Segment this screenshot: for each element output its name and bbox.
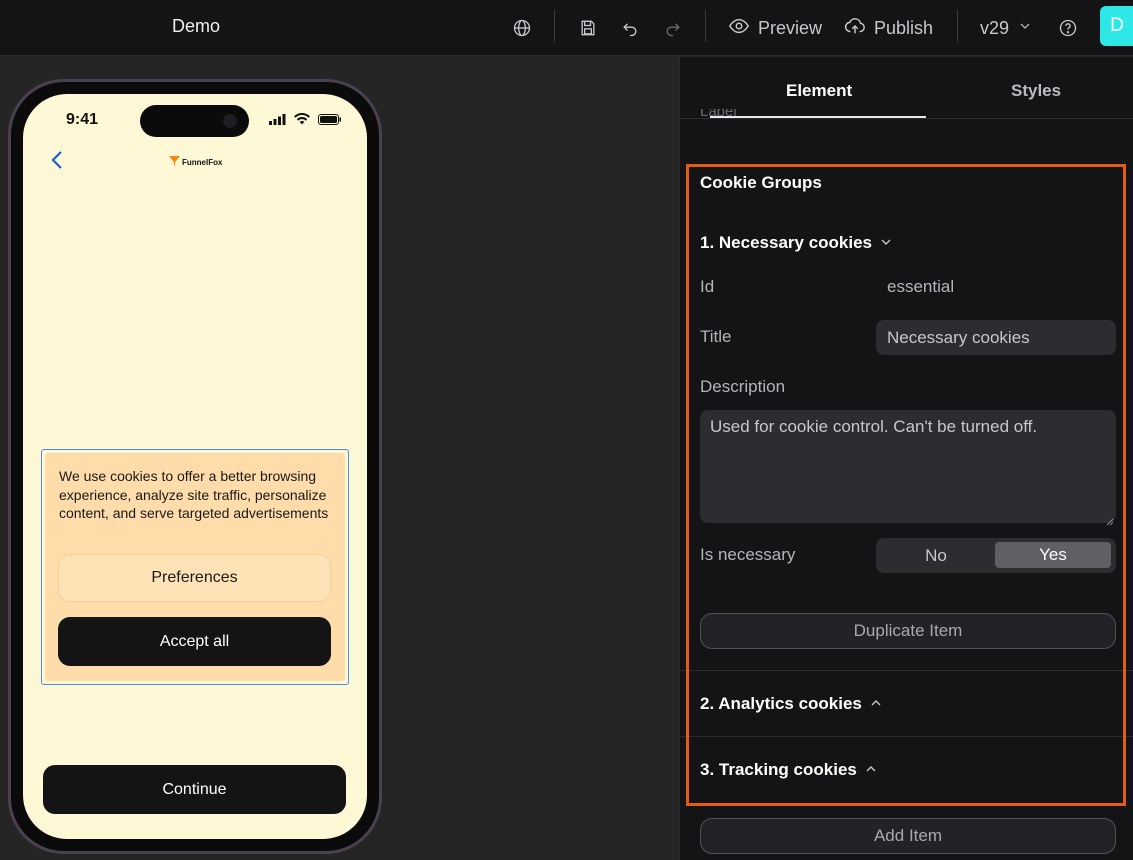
group-title: 1. Necessary cookies: [700, 233, 873, 252]
group-title: 2. Analytics cookies: [700, 694, 862, 713]
properties-panel: Element Styles Label Cookie Groups 1. Ne…: [679, 57, 1133, 860]
group-analytics-header[interactable]: 2. Analytics cookies: [700, 694, 882, 714]
fox-icon: [169, 156, 180, 169]
cookie-groups-title: Cookie Groups: [700, 173, 822, 192]
funnelfox-logo: FunnelFox: [169, 156, 222, 169]
continue-button[interactable]: Continue: [43, 765, 346, 814]
redo-icon[interactable]: [659, 14, 687, 42]
title-label: Title: [700, 327, 732, 346]
duplicate-item-button[interactable]: Duplicate Item: [700, 613, 1116, 649]
chevron-up-icon: [870, 694, 882, 714]
help-icon[interactable]: [1054, 14, 1082, 42]
accept-all-button[interactable]: Accept all: [58, 617, 331, 666]
id-value: essential: [887, 277, 955, 296]
description-textarea[interactable]: Used for cookie control. Can't be turned…: [700, 410, 1116, 523]
chevron-up-icon: [865, 760, 877, 780]
publish-button[interactable]: Publish: [844, 14, 933, 42]
globe-icon[interactable]: [508, 14, 536, 42]
signal-icon: [269, 112, 286, 130]
back-chevron-icon[interactable]: [49, 150, 65, 170]
cookie-banner-selection[interactable]: We use cookies to offer a better browsin…: [41, 449, 349, 685]
cloud-upload-icon: [844, 15, 866, 42]
preferences-button[interactable]: Preferences: [58, 554, 331, 602]
battery-icon: [318, 112, 342, 130]
is-necessary-toggle: No Yes: [876, 538, 1116, 573]
status-icons: [269, 112, 342, 130]
version-dropdown[interactable]: v29: [980, 14, 1033, 42]
description-label: Description: [700, 377, 786, 396]
undo-icon[interactable]: [616, 14, 644, 42]
tab-element[interactable]: Element: [786, 81, 852, 101]
toggle-option-no[interactable]: No: [880, 542, 992, 569]
chevron-down-icon: [1017, 18, 1033, 39]
status-time: 9:41: [66, 111, 99, 128]
preview-label: Preview: [758, 17, 823, 38]
publish-label: Publish: [874, 17, 934, 38]
cookie-banner: We use cookies to offer a better browsin…: [45, 453, 345, 681]
cookie-banner-text: We use cookies to offer a better browsin…: [59, 468, 329, 521]
phone-screen: 9:41 FunnelFox We use cookies to offer a…: [23, 94, 367, 839]
id-label: Id: [700, 277, 715, 296]
version-label: v29: [980, 17, 1010, 38]
dynamic-island: [140, 105, 249, 137]
top-bar: Demo Preview Publish v29 D: [0, 0, 1133, 56]
add-item-button[interactable]: Add Item: [700, 818, 1116, 854]
title-input[interactable]: [876, 320, 1116, 355]
tab-styles[interactable]: Styles: [1011, 81, 1061, 101]
group-title: 3. Tracking cookies: [700, 760, 857, 779]
save-icon[interactable]: [574, 14, 602, 42]
group-tracking-header[interactable]: 3. Tracking cookies: [700, 760, 877, 780]
avatar[interactable]: D: [1100, 6, 1133, 46]
app-title: Demo: [172, 16, 221, 36]
label-peek: Label: [700, 109, 737, 120]
preview-button[interactable]: Preview: [728, 14, 822, 42]
group-necessary-header[interactable]: 1. Necessary cookies: [700, 233, 892, 253]
wifi-icon: [294, 112, 310, 130]
chevron-down-icon: [880, 233, 892, 253]
toggle-option-yes[interactable]: Yes: [995, 542, 1111, 568]
toolbar-divider: [957, 10, 958, 42]
eye-icon: [728, 15, 750, 42]
tab-divider: [680, 118, 1133, 119]
toolbar-divider: [705, 10, 706, 42]
group-divider: [680, 670, 1133, 671]
toolbar-divider: [554, 10, 555, 42]
group-divider: [680, 736, 1133, 737]
is-necessary-label: Is necessary: [700, 545, 796, 564]
logo-text: FunnelFox: [182, 158, 223, 167]
resize-grip-icon[interactable]: [1106, 513, 1114, 526]
camera-icon: [223, 114, 237, 128]
